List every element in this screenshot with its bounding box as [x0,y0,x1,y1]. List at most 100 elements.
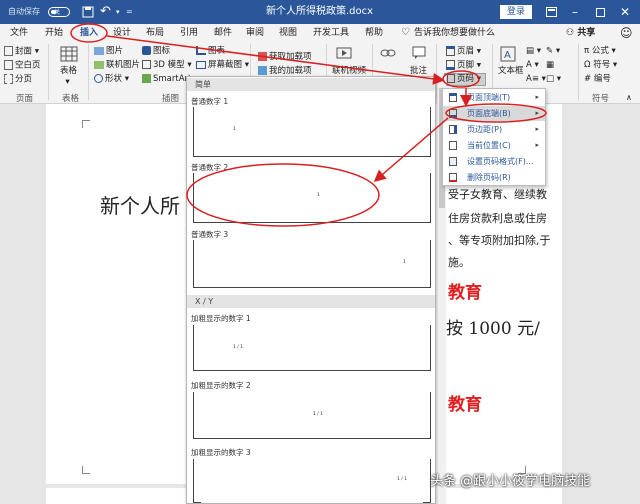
sample-number: 1 / 1 [313,412,324,417]
feedback-icon[interactable]: ☺ [620,24,633,42]
maximize-icon[interactable] [596,0,605,24]
shapes-button[interactable]: 形状 ▾ [94,74,129,85]
quickparts-icon[interactable]: ▤ ▾ [526,46,541,57]
picture-button[interactable]: 图片 [94,46,123,57]
picture-label: 图片 [106,46,124,56]
textbox-button[interactable]: 文本框 [498,66,524,77]
undo-dropdown-icon[interactable]: ▾ [116,0,120,24]
page-number-button[interactable]: 页码 ▾ [444,73,486,86]
get-addins-button[interactable]: 获取加载项 [258,52,312,63]
document-line: 施。 [448,256,470,269]
chevron-right-icon: ▸ [535,125,539,133]
ribbon-display-icon[interactable] [546,0,557,24]
menu-item-format-page-numbers[interactable]: 设置页码格式(F)... [443,154,545,169]
customize-toolbar-icon[interactable]: = [126,0,133,24]
3d-label: 3D 模型 [153,60,185,70]
scroll-up-icon[interactable]: ▴ [439,76,442,83]
screenshot-button[interactable]: 屏幕截图 ▾ [196,60,249,71]
tab-help[interactable]: 帮助 [365,24,383,42]
menu-item-current-position[interactable]: 当前位置(C) ▸ [443,138,545,153]
document-title-text: 新个人所 [100,194,180,218]
smartart-button[interactable]: SmartArt [142,74,191,85]
table-icon[interactable] [60,46,78,66]
footer-button[interactable]: 页脚 ▾ [446,60,481,72]
chart-button[interactable]: 图表 [196,46,225,57]
dropcap-icon[interactable]: A≡ ▾ [526,74,546,85]
textbox-icon[interactable]: A [500,46,516,66]
tab-mailings[interactable]: 邮件 [214,24,232,42]
gallery-item-plain-number-3[interactable]: 1 [193,240,431,288]
3d-model-button[interactable]: 3D 模型 ▾ [142,60,192,71]
menu-item-bottom-of-page[interactable]: 页面底端(B) ▸ [443,106,545,121]
picture-icon [94,46,104,55]
symbol-label: 符号 [593,60,611,70]
online-picture-button[interactable]: 联机图片 [94,60,140,71]
gallery-item-plain-number-1[interactable]: 1 [193,107,431,157]
undo-icon[interactable]: ↶ [100,0,111,24]
icons-button[interactable]: 图标 [142,46,170,57]
number-icon: # [584,74,592,84]
tab-design[interactable]: 设计 [113,24,131,42]
signature-icon[interactable]: ✎ ▾ [546,46,560,57]
datetime-icon[interactable]: ▦ [546,60,554,71]
gallery-item-label: 普通数字 3 [191,230,229,239]
video-icon[interactable] [336,46,352,64]
blank-page-button[interactable]: 空白页 [4,60,41,72]
tab-references[interactable]: 引用 [180,24,198,42]
minimize-icon[interactable]: – [572,0,578,24]
page-number-gallery: 简单 普通数字 1 1 普通数字 2 1 普通数字 3 1 X / Y 加粗显示… [186,76,436,504]
icons-label: 图标 [153,46,171,56]
tab-file[interactable]: 文件 [10,24,28,42]
cover-page-button[interactable]: 封面 ▾ [4,46,39,58]
close-icon[interactable]: ✕ [620,0,630,24]
page-break-label: 分页 [15,74,33,85]
header-button[interactable]: 页眉 ▾ [446,46,481,58]
chevron-right-icon: ▸ [535,141,539,149]
sample-number: 1 [403,260,406,265]
sample-number: 1 [317,193,320,198]
gallery-item-bold-number-2[interactable]: 1 / 1 [193,392,431,439]
gallery-item-label: 普通数字 2 [191,163,229,172]
menu-item-remove-page-numbers[interactable]: 删除页码(R) [443,170,545,185]
tab-layout[interactable]: 布局 [146,24,164,42]
document-line: 、等专项附加扣除,于 [448,234,551,247]
equation-button[interactable]: π 公式 ▾ [584,46,616,57]
chevron-right-icon: ▸ [535,109,539,117]
menu-item-top-of-page[interactable]: 页面顶端(T) ▸ [443,90,545,105]
page-margin-icon [449,125,457,134]
gallery-item-bold-number-1[interactable]: 1 / 1 [193,325,431,371]
format-icon [449,157,457,166]
menu-item-label: 设置页码格式(F)... [467,157,534,166]
link-icon[interactable] [380,46,396,64]
share-button[interactable]: ⚇ 共享 [566,24,595,42]
document-line: 受子女教育、继续教 [448,188,547,201]
pi-icon: π [584,46,590,56]
number-button[interactable]: # 编号 [584,74,611,85]
cover-page-icon [4,46,13,56]
tab-home[interactable]: 开始 [45,24,63,42]
menu-item-page-margins[interactable]: 页边距(P) ▸ [443,122,545,137]
tab-developer[interactable]: 开发工具 [313,24,349,42]
share-label: 共享 [577,28,596,38]
document-title: 新个人所得税政策.docx [266,6,374,17]
tell-me-search[interactable]: 告诉我你想要做什么 [414,24,495,42]
tab-review[interactable]: 审阅 [246,24,264,42]
save-icon[interactable] [82,0,94,24]
gallery-item-label: 加粗显示的数字 2 [191,381,251,390]
menu-item-label: 页边距(P) [467,125,503,134]
comment-icon[interactable] [412,46,426,64]
table-button[interactable]: 表格 ▾ [60,66,77,88]
gallery-section-header: 简单 [187,78,435,91]
collapse-ribbon-icon[interactable]: ∧ [626,92,632,103]
login-button[interactable]: 登录 [500,5,532,19]
page-break-button[interactable]: 分页 [4,74,32,86]
gallery-item-plain-number-2[interactable]: 1 [193,173,431,223]
table-group-label: 表格 [62,94,80,104]
object-icon[interactable]: □ ▾ [546,74,561,85]
symbol-button[interactable]: Ω 符号 ▾ [584,60,617,71]
gallery-item-label: 加粗显示的数字 3 [191,448,251,457]
tab-view[interactable]: 视图 [279,24,297,42]
gallery-item-bold-number-3[interactable]: 1 / 1 [193,459,431,503]
wordart-icon[interactable]: A ▾ [526,60,539,71]
tab-insert[interactable]: 插入 [80,24,98,42]
